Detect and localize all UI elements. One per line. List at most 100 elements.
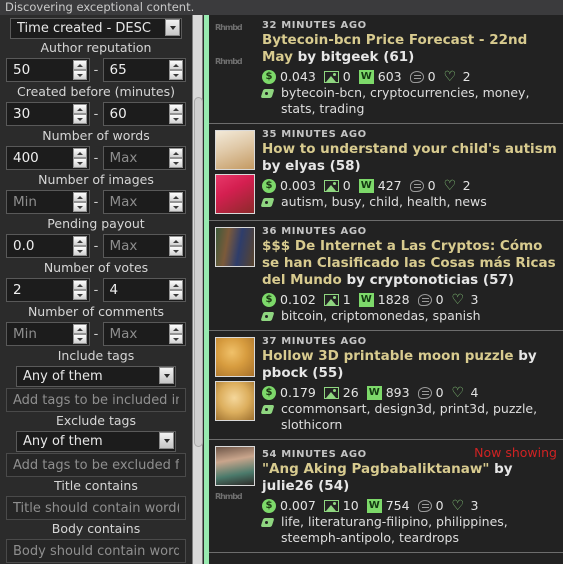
stepper-icon[interactable] [72, 60, 87, 80]
stepper-up-icon[interactable] [72, 324, 87, 334]
stepper-down-icon[interactable] [169, 202, 183, 212]
post-thumbnail[interactable] [215, 227, 255, 267]
stepper-icon[interactable] [72, 236, 87, 256]
exclude-tags-input[interactable] [6, 453, 186, 477]
stepper-icon[interactable] [169, 324, 183, 344]
post-item[interactable]: 35 MINUTES AGO How to understand your chi… [209, 124, 563, 221]
post-author[interactable]: by bitgeek (61) [298, 49, 415, 65]
stepper-icon[interactable] [72, 324, 87, 344]
sidebar-scrollbar[interactable] [192, 15, 203, 564]
image-count-icon [323, 386, 339, 399]
exclude-tags-mode-wrap: Any of them [16, 430, 176, 452]
post-body: 32 MINUTES AGO Bytecoin-bcn Price Forecas… [262, 20, 557, 117]
stepper-down-icon[interactable] [169, 70, 183, 80]
word-count-icon: W [366, 498, 382, 513]
word-count-value: 754 [385, 498, 410, 513]
filter-min-input-5-wrap [6, 278, 90, 302]
title-contains-input[interactable] [6, 496, 186, 520]
stepper-down-icon[interactable] [169, 114, 183, 124]
post-title[interactable]: Hollow 3D printable moon puzzle by pbock… [262, 348, 557, 382]
stepper-icon[interactable] [169, 236, 183, 256]
stepper-icon[interactable] [72, 192, 87, 212]
vote-count-value: 4 [470, 385, 479, 400]
stepper-down-icon[interactable] [72, 158, 87, 168]
filter-max-input-2-wrap [102, 146, 186, 170]
image-count-value: 26 [342, 385, 359, 400]
stepper-up-icon[interactable] [169, 324, 183, 334]
post-author[interactable]: by cryptonoticias (57) [346, 272, 514, 288]
post-thumbnail[interactable] [215, 130, 255, 170]
stepper-down-icon[interactable] [72, 246, 87, 256]
stepper-icon[interactable] [169, 192, 183, 212]
sort-select-row: Time created - DESC [6, 17, 186, 39]
stepper-up-icon[interactable] [169, 192, 183, 202]
post-thumbnail[interactable] [215, 446, 255, 486]
post-meta-row: 32 MINUTES AGO [262, 20, 557, 31]
post-thumbnails: Rhmbd [215, 445, 257, 546]
post-item[interactable]: 36 MINUTES AGO $$$ De Internet a Las Cryp… [209, 221, 563, 331]
range-dash: - [93, 194, 99, 210]
post-author[interactable]: by elyas (58) [262, 158, 361, 174]
post-thumbnail[interactable] [215, 174, 255, 214]
image-count-icon [323, 179, 339, 192]
include-tags-input[interactable] [6, 388, 186, 412]
post-thumbnails [215, 336, 257, 433]
scrollbar-thumb[interactable] [194, 97, 203, 447]
stepper-up-icon[interactable] [72, 148, 87, 158]
stepper-down-icon[interactable] [72, 202, 87, 212]
filter-label: Pending payout [47, 216, 145, 231]
stepper-down-icon[interactable] [72, 114, 87, 124]
stepper-up-icon[interactable] [169, 148, 183, 158]
app-root: Discovering exceptional content. Time cr… [0, 0, 563, 564]
comment-icon [417, 386, 432, 399]
stepper-up-icon[interactable] [72, 104, 87, 114]
stepper-up-icon[interactable] [72, 236, 87, 246]
stepper-down-icon[interactable] [169, 334, 183, 344]
stepper-down-icon[interactable] [169, 246, 183, 256]
sort-select[interactable]: Time created - DESC [10, 18, 182, 39]
comment-count-value: 0 [427, 178, 436, 193]
vote-count-value: 3 [470, 292, 479, 307]
stepper-icon[interactable] [169, 280, 183, 300]
post-author[interactable]: by pbock (55) [262, 348, 537, 381]
filter-range-row: - [6, 233, 186, 259]
stepper-icon[interactable] [72, 148, 87, 168]
body-contains-label: Body contains [51, 521, 141, 536]
stepper-down-icon[interactable] [72, 70, 87, 80]
stepper-up-icon[interactable] [169, 236, 183, 246]
filter-label: Number of comments [27, 304, 165, 319]
post-item[interactable]: Rhmbd 54 MINUTES AGO Now showing "Ang Aking… [209, 440, 563, 553]
tag-icon [262, 310, 277, 323]
exclude-tags-mode-select[interactable]: Any of them [16, 431, 176, 452]
stepper-up-icon[interactable] [169, 104, 183, 114]
post-title[interactable]: Bytecoin-bcn Price Forecast - 22nd May b… [262, 32, 557, 66]
stepper-down-icon[interactable] [72, 290, 87, 300]
post-title[interactable]: "Ang Aking Pagbabaliktanaw" by julie26 (… [262, 461, 557, 495]
stepper-up-icon[interactable] [72, 60, 87, 70]
post-thumbnail[interactable] [215, 381, 255, 421]
stepper-icon[interactable] [72, 280, 87, 300]
body-contains-input[interactable] [6, 539, 186, 563]
include-tags-mode-select[interactable]: Any of them [16, 366, 176, 387]
stepper-icon[interactable] [169, 60, 183, 80]
post-thumbnail[interactable] [215, 337, 255, 377]
stepper-icon[interactable] [169, 104, 183, 124]
stepper-icon[interactable] [169, 148, 183, 168]
post-title[interactable]: How to understand your child's autism by… [262, 141, 557, 175]
stepper-up-icon[interactable] [169, 280, 183, 290]
post-item[interactable]: 37 MINUTES AGO Hollow 3D printable moon p… [209, 331, 563, 440]
stepper-down-icon[interactable] [169, 158, 183, 168]
post-title[interactable]: $$$ De Internet a Las Cryptos: Cómo se h… [262, 238, 557, 289]
stepper-up-icon[interactable] [72, 280, 87, 290]
stepper-up-icon[interactable] [169, 60, 183, 70]
tag-icon [262, 403, 277, 416]
post-stats: $0.043 0 W 603 0 ♡ 2 [262, 69, 557, 84]
stepper-icon[interactable] [72, 104, 87, 124]
stepper-down-icon[interactable] [169, 290, 183, 300]
stepper-up-icon[interactable] [72, 192, 87, 202]
post-author[interactable]: by julie26 (54) [262, 461, 513, 494]
post-item[interactable]: Rhmbd Rhmbd 32 MINUTES AGO Bytecoin-bcn Pri… [209, 15, 563, 124]
payout-icon: $ [262, 385, 276, 400]
tag-icon [262, 196, 277, 209]
stepper-down-icon[interactable] [72, 334, 87, 344]
